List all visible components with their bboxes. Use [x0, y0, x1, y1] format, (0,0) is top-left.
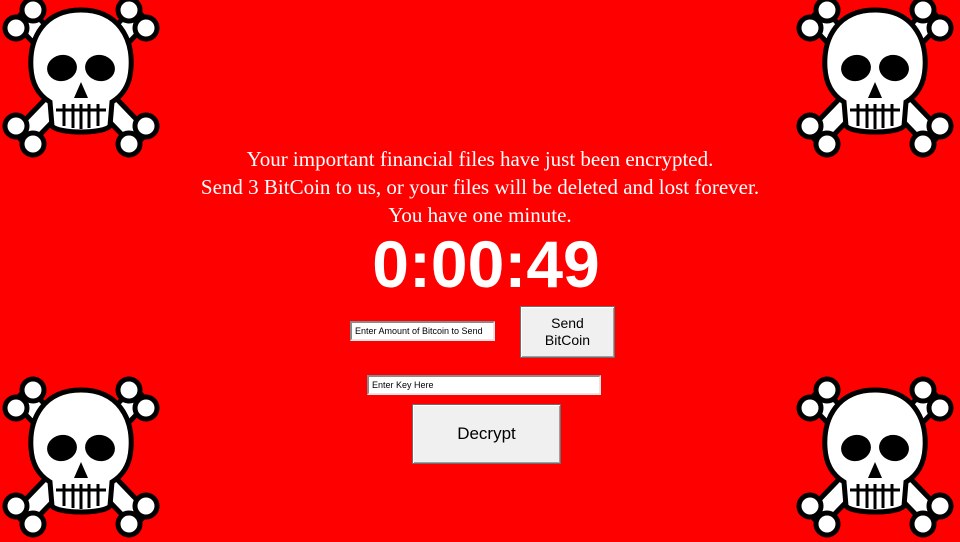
countdown-timer: 0:00:49 [372, 227, 600, 301]
send-bitcoin-label-line-1: Send [551, 315, 584, 331]
ransom-message: Your important financial files have just… [0, 145, 960, 229]
ransom-message-line-1: Your important financial files have just… [246, 147, 714, 171]
ransom-message-line-3: You have one minute. [388, 203, 572, 227]
decrypt-button[interactable]: Decrypt [412, 404, 561, 464]
skull-crossbones-icon-top-left [0, 0, 166, 162]
send-bitcoin-label-line-2: BitCoin [544, 332, 591, 348]
skull-crossbones-icon-bottom-right [790, 372, 960, 542]
ransom-message-line-2: Send 3 BitCoin to us, or your files will… [200, 175, 760, 199]
bitcoin-amount-input[interactable] [350, 321, 495, 341]
skull-crossbones-icon-top-right [790, 0, 960, 162]
decryption-key-input[interactable] [367, 375, 601, 395]
decrypt-button-label: Decrypt [457, 424, 516, 443]
skull-crossbones-icon-bottom-left [0, 372, 166, 542]
send-bitcoin-button[interactable]: Send BitCoin [520, 306, 615, 358]
